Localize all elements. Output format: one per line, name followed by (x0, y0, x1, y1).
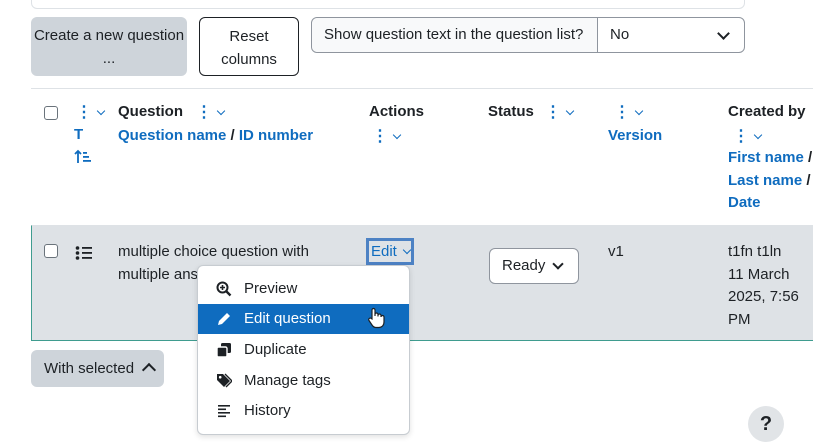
help-button[interactable]: ? (748, 406, 784, 442)
filter-panel-edge (31, 0, 745, 9)
date-sort-link[interactable]: Date (728, 194, 761, 211)
menu-item-label: Edit question (244, 310, 331, 327)
sort-ascending-icon[interactable] (74, 149, 92, 170)
creator-date-line: PM (728, 310, 751, 328)
version-sort-link[interactable]: Version (608, 127, 662, 144)
row-select-checkbox[interactable] (44, 244, 58, 258)
kebab-icon: ⋮ (545, 104, 561, 121)
chevron-down-icon (717, 27, 730, 40)
separator: / (226, 127, 239, 144)
question-column-header: Question (118, 103, 184, 120)
menu-item-label: Manage tags (244, 372, 331, 389)
kebab-icon: ⋮ (372, 128, 388, 145)
menu-item-manage-tags[interactable]: Manage tags (198, 366, 409, 396)
question-subheader: Question name / ID number (118, 127, 313, 144)
menu-item-duplicate[interactable]: Duplicate (198, 335, 409, 365)
with-selected-label: With selected (44, 360, 135, 377)
type-column-menu[interactable]: ⋮ (76, 102, 106, 122)
with-selected-button[interactable]: With selected (31, 350, 164, 387)
kebab-icon: ⋮ (196, 104, 212, 121)
kebab-icon: ⋮ (76, 104, 92, 121)
kebab-icon: ⋮ (733, 128, 749, 145)
pencil-icon (216, 304, 232, 334)
question-name-line: multiple choice question with (118, 243, 309, 260)
duplicate-icon (216, 335, 232, 365)
question-column-menu[interactable]: ⋮ (196, 102, 226, 122)
version-column-menu[interactable]: ⋮ (614, 102, 644, 122)
creator-date-line: 2025, 7:56 (728, 288, 799, 305)
version-value: v1 (608, 243, 624, 260)
actions-column-header: Actions (369, 103, 425, 120)
first-name-header: First name / (728, 149, 812, 166)
tag-icon (216, 366, 232, 396)
chevron-down-icon (216, 106, 226, 116)
created-by-column-header: Created by (728, 103, 806, 120)
menu-item-edit-question[interactable]: Edit question (198, 304, 409, 334)
menu-item-label: Preview (244, 280, 298, 297)
menu-item-history[interactable]: History (198, 396, 409, 426)
separator: / (802, 172, 811, 189)
actions-dropdown-menu: Preview Edit question Duplicate Manage t… (197, 265, 410, 435)
edit-actions-menu-button[interactable]: Edit (366, 238, 414, 265)
status-column-header: Status (488, 103, 534, 120)
type-sort-link[interactable]: T (74, 126, 83, 143)
actions-column-menu[interactable]: ⋮ (372, 126, 402, 146)
creator-name: t1fn t1ln (728, 243, 782, 260)
created-by-value: t1fn t1ln 11 March 2025, 7:56 PM (728, 241, 799, 331)
kebab-icon: ⋮ (614, 104, 630, 121)
chevron-down-icon (565, 106, 575, 116)
menu-item-preview[interactable]: Preview (198, 274, 409, 304)
table-top-border (31, 88, 813, 89)
status-column-menu[interactable]: ⋮ (545, 102, 575, 122)
menu-item-label: History (244, 402, 291, 419)
status-value: Ready (502, 257, 546, 274)
chevron-down-icon (753, 130, 763, 140)
chevron-up-icon (141, 362, 157, 378)
last-name-header: Last name / (728, 172, 811, 189)
creator-date-line: 11 March (728, 265, 790, 283)
question-name-sort-link[interactable]: Question name (118, 127, 226, 144)
id-number-sort-link[interactable]: ID number (239, 127, 313, 144)
history-lines-icon (216, 396, 232, 426)
chevron-down-icon (96, 106, 106, 116)
chevron-down-icon (634, 106, 644, 116)
chevron-down-icon (392, 130, 402, 140)
first-name-sort-link[interactable]: First name (728, 149, 804, 166)
created-by-column-menu[interactable]: ⋮ (733, 126, 763, 146)
last-name-sort-link[interactable]: Last name (728, 172, 802, 189)
magnifier-plus-icon (216, 274, 232, 304)
separator: / (803, 149, 813, 166)
chevron-down-icon (552, 258, 564, 270)
show-question-text-value: No (610, 26, 630, 43)
show-question-text-select[interactable]: No (598, 18, 744, 52)
show-question-text-label: Show question text in the question list? (312, 18, 598, 52)
multiple-choice-type-icon (75, 245, 93, 266)
status-select[interactable]: Ready (489, 248, 579, 284)
chevron-down-icon (402, 245, 412, 255)
select-all-checkbox[interactable] (44, 106, 58, 120)
show-question-text-control: Show question text in the question list?… (311, 17, 745, 53)
edit-label: Edit (371, 243, 397, 260)
reset-columns-button[interactable]: Reset columns (199, 17, 299, 76)
menu-item-label: Duplicate (244, 341, 307, 358)
create-new-question-button[interactable]: Create a new question ... (31, 17, 187, 76)
